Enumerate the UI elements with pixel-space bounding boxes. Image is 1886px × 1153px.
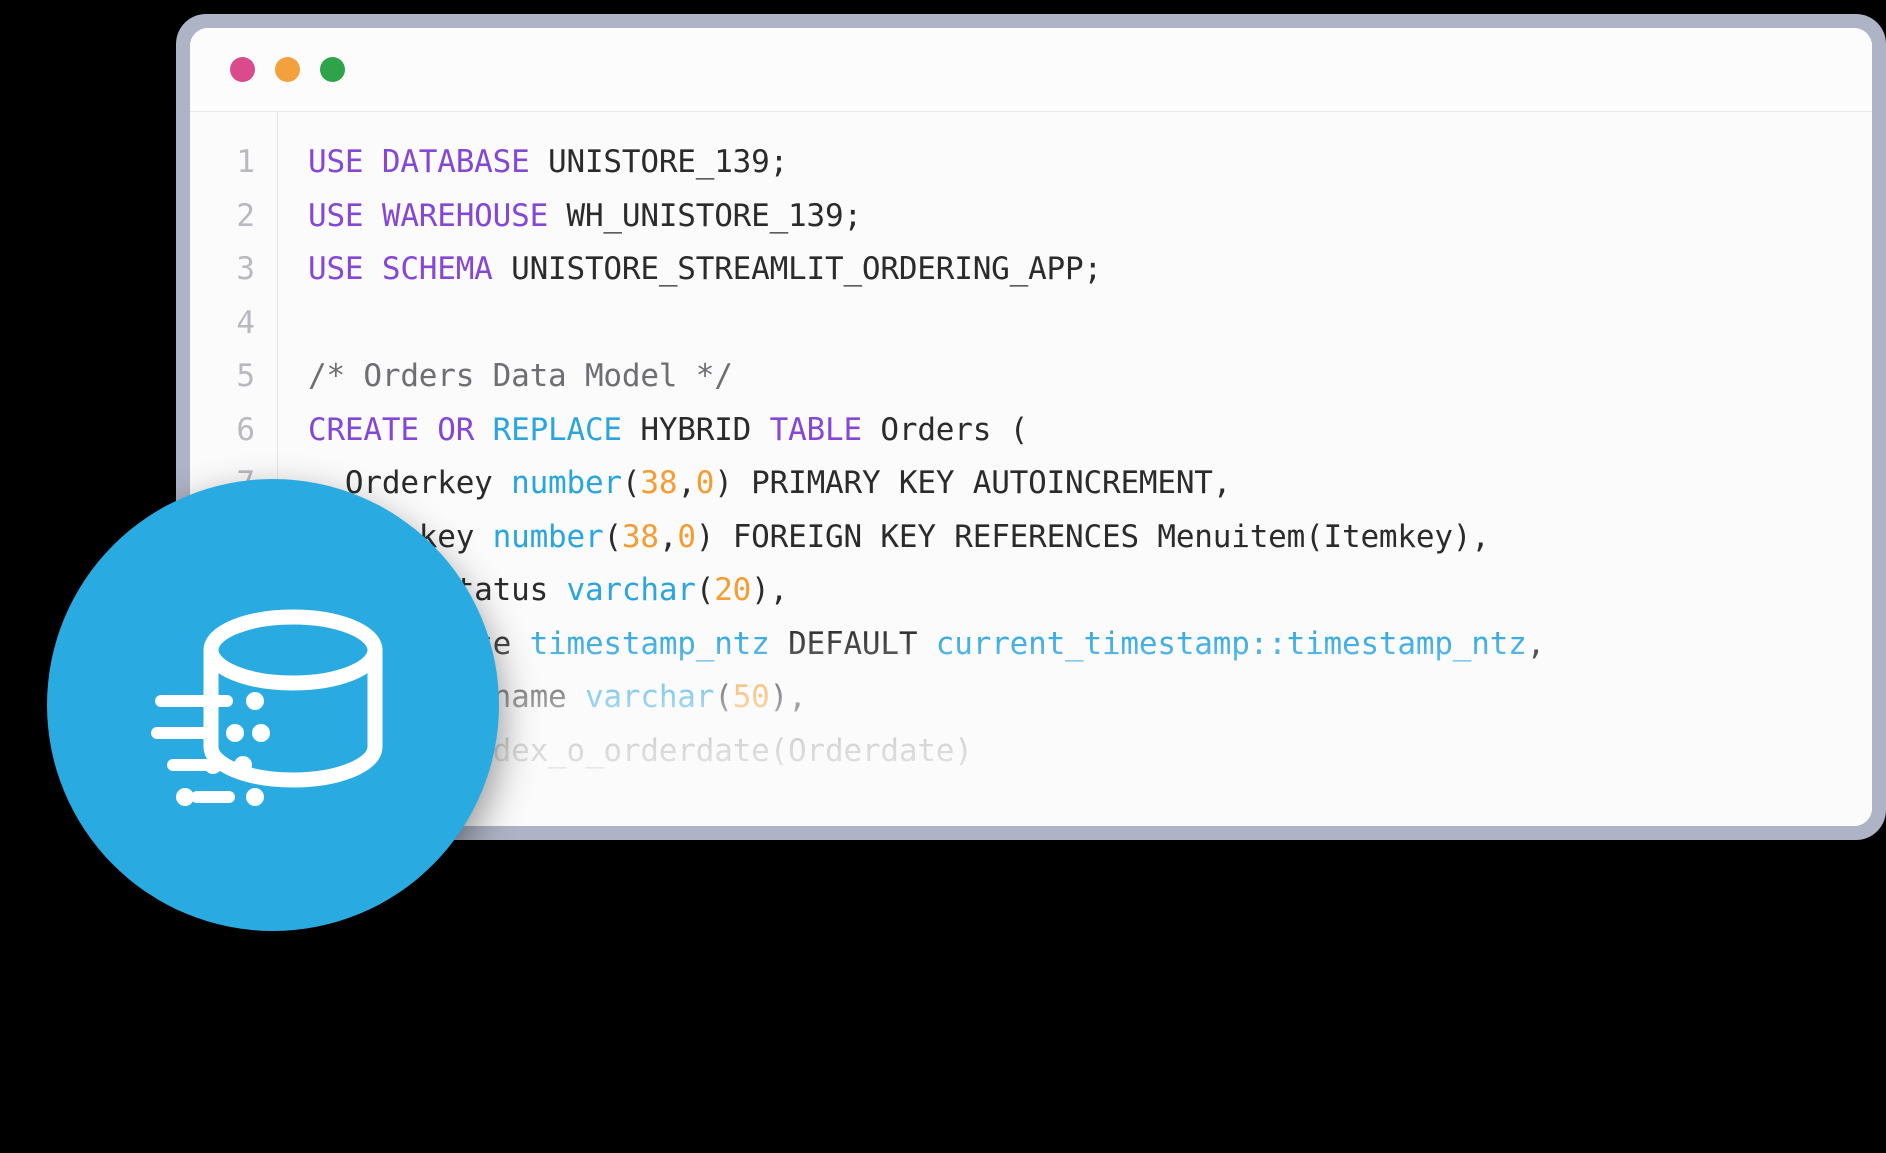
code-token: ,: [1526, 625, 1546, 662]
code-token: 20: [714, 572, 752, 608]
code-token: UNISTORE_139;: [529, 144, 789, 180]
code-line[interactable]: CREATE OR REPLACE HYBRID TABLE Orders (: [308, 404, 1872, 458]
code-line[interactable]: Orderdate timestamp_ntz DEFAULT current_…: [308, 618, 1872, 672]
code-token: TABLE: [769, 411, 863, 448]
code-token: number: [511, 465, 622, 501]
code-token: varchar: [566, 572, 696, 608]
code-token: 38: [640, 465, 678, 501]
code-line[interactable]: [308, 297, 1872, 351]
code-token: ),: [769, 679, 807, 715]
code-token: UNISTORE_STREAMLIT_ORDERING_APP;: [492, 251, 1102, 287]
code-token: 50: [732, 679, 770, 715]
code-token: current_timestamp::timestamp_ntz: [935, 625, 1527, 662]
line-number: 3: [236, 251, 255, 287]
code-line[interactable]: USE SCHEMA UNISTORE_STREAMLIT_ORDERING_A…: [308, 243, 1872, 297]
database-badge: [47, 479, 499, 931]
code-token: CREATE OR: [308, 411, 493, 448]
code-line[interactable]: Itemkey number(38,0) FOREIGN KEY REFEREN…: [308, 511, 1872, 565]
traffic-light-group: [230, 57, 345, 82]
database-icon: [151, 609, 383, 806]
code-content[interactable]: USE DATABASE UNISTORE_139; USE WAREHOUSE …: [278, 112, 1872, 826]
code-line[interactable]: );: [308, 778, 1872, 826]
code-token: ) FOREIGN KEY REFERENCES Menuitem(Itemke…: [695, 518, 1490, 555]
code-token: USE DATABASE: [308, 144, 530, 180]
code-token: ,: [677, 465, 696, 501]
line-number: 5: [236, 358, 255, 394]
code-line[interactable]: Orderstatus varchar(20),: [308, 564, 1872, 618]
code-token: ),: [751, 572, 789, 608]
code-token: 0: [695, 465, 715, 501]
maximize-window-icon[interactable]: [320, 57, 345, 82]
code-line[interactable]: INDEX index_o_orderdate(Orderdate): [308, 725, 1872, 779]
code-token: (: [603, 518, 622, 555]
code-token: REPLACE: [492, 411, 622, 448]
code-token: USE SCHEMA: [308, 251, 493, 287]
window-titlebar: [190, 28, 1872, 112]
code-token: timestamp_ntz: [529, 625, 770, 662]
line-number: 2: [236, 197, 255, 234]
line-number: 6: [236, 411, 255, 448]
code-token: (: [714, 679, 733, 715]
code-token: USE WAREHOUSE: [308, 197, 549, 234]
code-line[interactable]: Orderkey number(38,0) PRIMARY KEY AUTOIN…: [308, 457, 1872, 511]
code-token: /* Orders Data Model */: [308, 358, 733, 394]
code-token: HYBRID: [621, 411, 770, 448]
code-line[interactable]: USE DATABASE UNISTORE_139;: [308, 136, 1872, 190]
code-token: ) PRIMARY KEY AUTOINCREMENT,: [714, 465, 1232, 501]
code-token: Orders (: [861, 411, 1029, 448]
code-token: 0: [677, 518, 696, 555]
code-token: ,: [658, 518, 678, 555]
code-token: (: [695, 572, 715, 608]
code-line[interactable]: Customername varchar(50),: [308, 671, 1872, 725]
code-token: WH_UNISTORE_139;: [548, 197, 862, 234]
code-line[interactable]: /* Orders Data Model */: [308, 350, 1872, 404]
code-token: (: [621, 465, 641, 501]
close-window-icon[interactable]: [230, 57, 255, 82]
line-number: 4: [236, 304, 255, 341]
line-number: 1: [236, 144, 255, 180]
code-line[interactable]: USE WAREHOUSE WH_UNISTORE_139;: [308, 190, 1872, 244]
screenshot-stage: 12345678 USE DATABASE UNISTORE_139;USE W…: [0, 0, 1886, 1153]
minimize-window-icon[interactable]: [275, 57, 300, 82]
code-token: 38: [621, 518, 659, 555]
code-token: number: [492, 518, 604, 555]
code-token: varchar: [584, 679, 715, 715]
code-token: DEFAULT: [769, 625, 936, 662]
